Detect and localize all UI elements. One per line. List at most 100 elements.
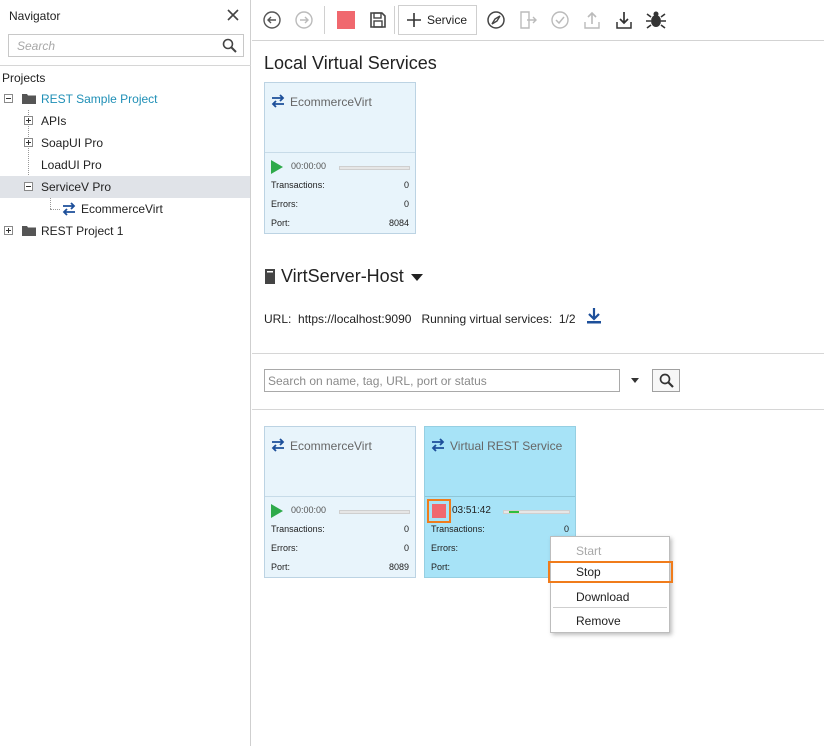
errors-label: Errors: [431, 543, 458, 553]
virt-service-icon [271, 94, 285, 108]
card-controls: 00:00:00 [265, 153, 415, 183]
expand-icon[interactable] [24, 116, 33, 125]
menu-item-start[interactable]: Start [551, 540, 669, 562]
host-download-icon[interactable] [587, 308, 601, 327]
add-service-button[interactable]: Service [398, 5, 477, 35]
save-button[interactable] [367, 9, 389, 31]
compass-button[interactable] [485, 9, 507, 31]
menu-item-stop[interactable]: Stop [548, 561, 673, 583]
main-content: Local Virtual Services EcommerceVirt 00:… [252, 42, 824, 746]
host-service-card[interactable]: EcommerceVirt 00:00:00 Transactions: 0 E… [264, 426, 416, 578]
expand-icon[interactable] [4, 226, 13, 235]
stop-all-button[interactable] [335, 9, 357, 31]
server-icon [264, 269, 276, 287]
card-header: EcommerceVirt [265, 427, 415, 497]
search-icon[interactable] [222, 38, 237, 53]
service-timer: 00:00:00 [291, 505, 327, 515]
menu-item-download[interactable]: Download [551, 586, 669, 608]
tree-item-apis[interactable]: APIs [0, 110, 250, 132]
tree-item-rest-project-1[interactable]: REST Project 1 [0, 220, 250, 242]
navigator-divider [0, 65, 251, 66]
port-row: Port: 8084 [271, 218, 409, 232]
transactions-label: Transactions: [271, 180, 325, 190]
errors-row: Errors: 0 [271, 199, 409, 213]
service-name: Virtual REST Service [450, 439, 563, 453]
debug-button[interactable] [645, 9, 667, 31]
export-button[interactable] [517, 9, 539, 31]
tree-item-servicev-pro[interactable]: ServiceV Pro [0, 176, 250, 198]
compass-icon [487, 11, 505, 29]
transactions-row: Transactions: 0 [431, 524, 569, 538]
add-service-label: Service [427, 13, 468, 27]
transactions-row: Transactions: 0 [271, 180, 409, 194]
port-value: 8084 [388, 218, 409, 228]
virtserver-host-title[interactable]: VirtServer-Host [281, 266, 404, 287]
search-filter-dropdown-icon[interactable] [631, 378, 639, 383]
tree-item-rest-sample-project[interactable]: REST Sample Project [0, 88, 250, 110]
check-button[interactable] [549, 9, 571, 31]
play-icon[interactable] [271, 160, 283, 174]
tree-item-label: REST Sample Project [41, 92, 158, 106]
project-tree: REST Sample Project APIs SoapUI Pro Load… [0, 88, 250, 242]
card-controls: 00:00:00 [265, 497, 415, 527]
virt-service-icon [431, 438, 445, 452]
back-button[interactable] [261, 9, 283, 31]
service-timer: 03:51:42 [452, 505, 491, 516]
toolbar-divider [324, 6, 325, 34]
tree-item-label: SoapUI Pro [41, 136, 104, 150]
errors-value: 0 [403, 543, 409, 553]
running-value: 1/2 [558, 312, 576, 326]
download-icon [616, 12, 632, 29]
errors-row: Errors: [431, 543, 569, 557]
service-name: EcommerceVirt [290, 439, 372, 453]
forward-icon [295, 11, 313, 29]
tree-item-ecommercevirt[interactable]: EcommerceVirt [0, 198, 250, 220]
local-service-card[interactable]: EcommerceVirt 00:00:00 Transactions: 0 E… [264, 82, 416, 234]
bug-icon [646, 11, 666, 29]
stop-icon [432, 504, 446, 518]
tree-item-soapui-pro[interactable]: SoapUI Pro [0, 132, 250, 154]
folder-icon [22, 94, 36, 104]
url-value: https://localhost:9090 [298, 312, 412, 326]
divider [252, 353, 824, 354]
transactions-row: Transactions: 0 [271, 524, 409, 538]
search-button[interactable] [652, 369, 680, 392]
transactions-label: Transactions: [431, 524, 485, 534]
host-dropdown-icon[interactable] [411, 274, 423, 281]
folder-icon [22, 226, 36, 236]
back-icon [263, 11, 281, 29]
navigator-search-input[interactable] [9, 35, 209, 56]
uptime-progress [339, 510, 410, 514]
navigator-title: Navigator [9, 9, 61, 23]
url-label: URL: [264, 312, 292, 326]
local-services-title: Local Virtual Services [264, 53, 437, 73]
save-icon [370, 12, 386, 28]
errors-label: Errors: [271, 199, 298, 209]
service-name: EcommerceVirt [290, 95, 372, 109]
collapse-icon[interactable] [24, 182, 33, 191]
card-header: EcommerceVirt [265, 83, 415, 153]
virt-service-icon [62, 202, 76, 216]
transactions-label: Transactions: [271, 524, 325, 534]
collapse-icon[interactable] [4, 94, 13, 103]
check-icon [551, 11, 569, 29]
upload-button[interactable] [581, 9, 603, 31]
download-button[interactable] [613, 9, 635, 31]
uptime-progress [339, 166, 410, 170]
expand-icon[interactable] [24, 138, 33, 147]
navigator-search [8, 34, 244, 57]
port-label: Port: [271, 562, 291, 572]
close-icon[interactable] [226, 8, 240, 22]
search-icon [659, 373, 674, 388]
forward-button[interactable] [293, 9, 315, 31]
export-icon [520, 11, 537, 29]
transactions-value: 0 [403, 524, 409, 534]
service-search-input[interactable] [265, 370, 619, 391]
tree-item-loadui-pro[interactable]: LoadUI Pro [0, 154, 250, 176]
tree-item-label: LoadUI Pro [41, 158, 102, 172]
uptime-progress [503, 510, 570, 514]
transactions-value: 0 [563, 524, 569, 534]
stop-service-button[interactable] [427, 499, 451, 523]
menu-item-remove[interactable]: Remove [551, 610, 669, 632]
play-icon[interactable] [271, 504, 283, 518]
